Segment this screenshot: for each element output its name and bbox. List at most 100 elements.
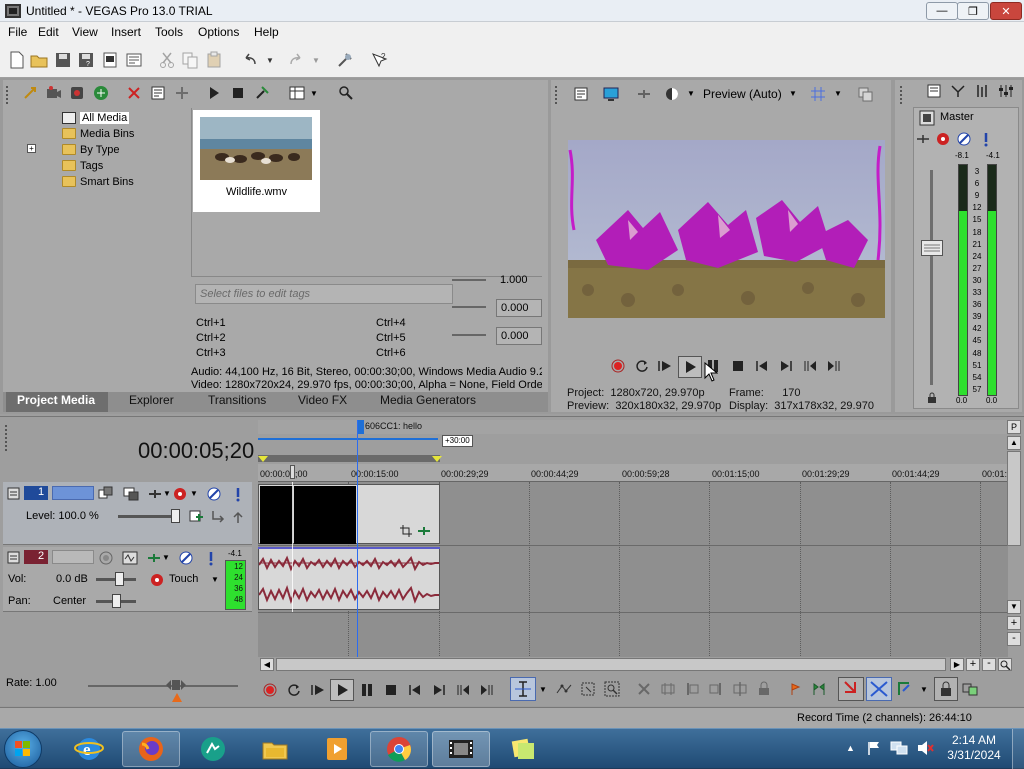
start-button[interactable]: [4, 730, 42, 768]
tree-all-media[interactable]: All Media: [62, 110, 130, 125]
get-media-from-web-icon[interactable]: [69, 85, 85, 101]
automation-mode-label[interactable]: Touch: [169, 573, 198, 585]
slider-track[interactable]: [452, 279, 486, 281]
expand-icon[interactable]: +: [27, 144, 36, 153]
media-properties-icon[interactable]: [150, 85, 166, 101]
start-preview-icon[interactable]: [206, 85, 222, 101]
taskbar-file-explorer[interactable]: [246, 731, 304, 767]
stop-icon[interactable]: [383, 682, 399, 698]
master-mute-icon[interactable]: [956, 131, 972, 147]
slider-track[interactable]: [452, 306, 486, 308]
remove-media-icon[interactable]: [126, 85, 142, 101]
zoom-out-horizontal-button[interactable]: -: [982, 658, 996, 671]
show-desktop-button[interactable]: [1012, 729, 1024, 769]
media-thumbnail-card[interactable]: Wildlife.wmv: [193, 110, 320, 212]
make-compositing-child-icon[interactable]: [210, 509, 226, 525]
compositing-mode-icon[interactable]: [123, 486, 139, 502]
volume-muted-icon[interactable]: [916, 740, 934, 756]
drag-handle[interactable]: [5, 425, 11, 451]
zoom-edit-tool-icon[interactable]: [604, 681, 620, 697]
audio-track-name[interactable]: [52, 550, 94, 564]
previous-frame-icon[interactable]: [802, 358, 818, 374]
zoom-tool-icon[interactable]: [998, 658, 1012, 671]
track-minimize-icon[interactable]: [7, 551, 20, 564]
rate-reset-marker[interactable]: [172, 693, 182, 702]
stop-icon[interactable]: [730, 358, 746, 374]
zoom-in-vertical-button[interactable]: +: [1007, 616, 1021, 630]
normal-edit-tool[interactable]: [510, 677, 536, 701]
audio-track-fx-dropdown-icon[interactable]: ▼: [162, 553, 170, 562]
preview-fx-icon[interactable]: [636, 86, 652, 102]
tab-video-fx[interactable]: Video FX: [298, 393, 347, 407]
properties-icon[interactable]: [125, 51, 143, 69]
arm-for-record-icon[interactable]: [98, 550, 114, 566]
render-as-icon[interactable]: [101, 51, 119, 69]
tab-transitions[interactable]: Transitions: [208, 393, 266, 407]
automation-settings-icon[interactable]: [172, 486, 188, 502]
taskbar-firefox[interactable]: [122, 731, 180, 767]
drag-handle[interactable]: [900, 86, 906, 104]
loop-start-handle[interactable]: [258, 456, 268, 462]
master-insert-icon[interactable]: [935, 131, 951, 147]
loop-playback-icon[interactable]: [634, 358, 650, 374]
play-from-start-icon[interactable]: [657, 358, 673, 374]
event-pan-crop-icon[interactable]: [400, 525, 412, 537]
lock-event-icon[interactable]: [756, 681, 772, 697]
taskbar-vegas[interactable]: [432, 731, 490, 767]
preview-quality-dropdown-icon[interactable]: ▼: [789, 89, 797, 98]
play-from-start-icon[interactable]: [310, 682, 326, 698]
drag-handle[interactable]: [555, 86, 561, 104]
snapping-icon[interactable]: [896, 681, 912, 697]
tab-media-generators[interactable]: Media Generators: [380, 393, 476, 407]
auto-ripple-button[interactable]: [838, 677, 864, 701]
menu-options[interactable]: Options: [198, 25, 239, 39]
loop-end-handle[interactable]: [432, 456, 442, 462]
go-to-end-icon[interactable]: [778, 358, 794, 374]
marker-bar-toggle[interactable]: P: [1007, 420, 1021, 434]
make-compositing-parent-icon[interactable]: [230, 509, 246, 525]
record-icon[interactable]: [262, 682, 278, 698]
audio-track-fx-icon[interactable]: [146, 550, 162, 566]
zoom-out-vertical-button[interactable]: -: [1007, 632, 1021, 646]
insert-marker-icon[interactable]: [787, 681, 803, 697]
selection-edit-tool-icon[interactable]: [580, 681, 596, 697]
slider-value-3[interactable]: 0.000: [496, 327, 542, 345]
slider-value-2[interactable]: 0.000: [496, 299, 542, 317]
undo-dropdown-icon[interactable]: ▼: [266, 56, 274, 65]
trim-tool-icon[interactable]: [660, 681, 676, 697]
menu-edit[interactable]: Edit: [38, 25, 59, 39]
menu-insert[interactable]: Insert: [111, 25, 141, 39]
playhead-ruler-marker[interactable]: [290, 465, 295, 479]
overlays-grid-icon[interactable]: [810, 86, 826, 102]
audio-mute-icon[interactable]: [178, 550, 194, 566]
menu-tools[interactable]: Tools: [155, 25, 183, 39]
redo-dropdown-icon[interactable]: ▼: [312, 56, 320, 65]
pause-icon[interactable]: [359, 682, 375, 698]
undo-icon[interactable]: [241, 51, 259, 69]
menu-view[interactable]: View: [72, 25, 98, 39]
master-solo-icon[interactable]: [978, 131, 994, 147]
capture-video-icon[interactable]: [46, 85, 62, 101]
master-fader-track[interactable]: [930, 170, 933, 385]
taskbar-internet-explorer[interactable]: e: [60, 731, 118, 767]
tree-smart-bins[interactable]: Smart Bins: [62, 174, 134, 189]
whats-this-help-icon[interactable]: ?: [370, 51, 388, 69]
media-fx-icon[interactable]: [174, 85, 190, 101]
views-icon[interactable]: [289, 85, 305, 101]
network-icon[interactable]: [890, 740, 908, 756]
track-minimize-icon[interactable]: [7, 487, 20, 500]
close-button[interactable]: ✕: [990, 2, 1022, 20]
taskbar-sticky-notes[interactable]: [494, 731, 552, 767]
envelope-edit-tool-icon[interactable]: [556, 681, 572, 697]
taskbar-app-teal[interactable]: [184, 731, 242, 767]
downmix-icon[interactable]: [950, 83, 966, 99]
mixer-settings-icon[interactable]: [998, 83, 1014, 99]
go-to-start-icon[interactable]: [754, 358, 770, 374]
track-fx-icon[interactable]: [147, 486, 163, 502]
menu-help[interactable]: Help: [254, 25, 279, 39]
mute-icon[interactable]: [206, 486, 222, 502]
go-to-start-icon[interactable]: [407, 682, 423, 698]
minimize-button[interactable]: —: [926, 2, 958, 20]
split-screen-icon[interactable]: [664, 86, 680, 102]
scroll-down-button[interactable]: ▼: [1007, 600, 1021, 614]
